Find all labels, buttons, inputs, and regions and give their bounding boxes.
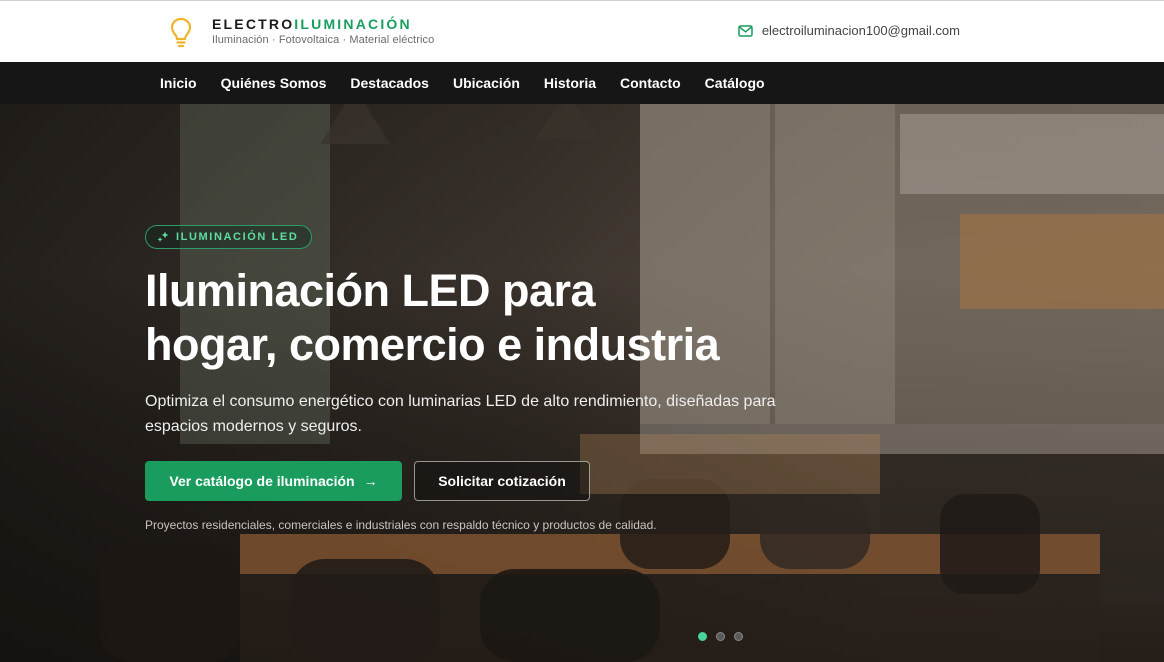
carousel-dot-2[interactable] [716, 632, 725, 641]
hero-note: Proyectos residenciales, comerciales e i… [145, 518, 657, 532]
cta-row: Ver catálogo de iluminación → Solicitar … [145, 461, 845, 501]
nav-item-quienes-somos[interactable]: Quiénes Somos [209, 75, 339, 91]
brand-name-part2: ILUMINACIÓN [294, 16, 412, 32]
main-navigation: Inicio Quiénes Somos Destacados Ubicació… [0, 62, 1164, 104]
badge-label: ILUMINACIÓN LED [176, 231, 299, 243]
lightbulb-icon [170, 17, 192, 48]
carousel-dot-3[interactable] [734, 632, 743, 641]
nav-list: Inicio Quiénes Somos Destacados Ubicació… [148, 62, 777, 104]
hero-title-line2: hogar, comercio e industria [145, 319, 720, 370]
carousel-indicators [698, 632, 752, 641]
hero-title-line1: Iluminación LED para [145, 265, 596, 316]
brand-name-part1: ELECTRO [212, 16, 295, 32]
hero-title: Iluminación LED para hogar, comercio e i… [145, 264, 845, 372]
brand-tagline: Iluminación · Fotovoltaica · Material el… [212, 34, 435, 46]
top-header: ELECTROILUMINACIÓN Iluminación · Fotovol… [0, 0, 1164, 62]
email-address[interactable]: electroiluminacion100@gmail.com [762, 23, 960, 38]
brand-name: ELECTROILUMINACIÓN [212, 15, 434, 33]
mail-icon [738, 24, 753, 37]
nav-item-inicio[interactable]: Inicio [148, 75, 209, 91]
carousel-dot-1[interactable] [698, 632, 707, 641]
hero-description: Optimiza el consumo energético con lumin… [145, 393, 776, 435]
sparkle-icon [157, 231, 169, 242]
contact-email[interactable]: electroiluminacion100@gmail.com [738, 23, 960, 38]
logo[interactable]: ELECTROILUMINACIÓN Iluminación · Fotovol… [170, 15, 434, 49]
view-catalog-button-label: Ver catálogo de iluminación [169, 473, 355, 489]
nav-item-contacto[interactable]: Contacto [608, 75, 693, 91]
hero-section: ILUMINACIÓN LED Iluminación LED para hog… [0, 104, 1164, 662]
brand: ELECTROILUMINACIÓN Iluminación · Fotovol… [212, 15, 434, 46]
request-quote-button[interactable]: Solicitar cotización [414, 461, 590, 501]
nav-item-destacados[interactable]: Destacados [338, 75, 441, 91]
view-catalog-button[interactable]: Ver catálogo de iluminación → [145, 461, 402, 501]
hero-content: ILUMINACIÓN LED Iluminación LED para hog… [145, 225, 845, 532]
nav-item-historia[interactable]: Historia [532, 75, 608, 91]
category-badge: ILUMINACIÓN LED [145, 225, 313, 249]
nav-item-catalogo[interactable]: Catálogo [693, 75, 777, 91]
arrow-right-icon: → [363, 473, 378, 489]
nav-item-ubicacion[interactable]: Ubicación [441, 75, 532, 91]
